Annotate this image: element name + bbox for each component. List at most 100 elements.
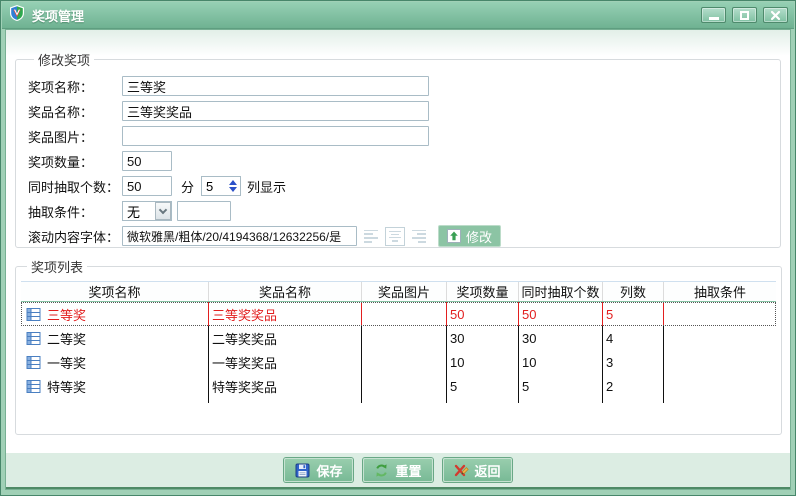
grid-row-icon [26,307,41,322]
cell-award-qty: 5 [446,374,518,398]
table-row[interactable]: 特等奖 特等奖奖品 5 5 2 [21,374,776,398]
award-quantity-label: 奖项数量： [28,152,122,171]
grid-row-icon [26,355,41,370]
scroll-font-label: 滚动内容字体： [28,227,122,246]
award-list-group-title: 奖项列表 [27,257,87,276]
grid-row-icon [26,379,41,394]
award-table-header: 奖项名称 奖品名称 奖品图片 奖项数量 同时抽取个数 列数 抽取条件 [21,281,776,302]
columns-stepper-input[interactable] [202,177,225,195]
header-prize-image[interactable]: 奖品图片 [361,282,446,301]
prize-image-input[interactable] [122,126,429,146]
reset-button-label: 重置 [395,461,421,480]
prize-name-input[interactable] [122,101,429,121]
cell-columns: 2 [602,374,663,398]
cell-prize-name: 一等奖奖品 [208,350,361,374]
cell-condition [663,302,776,326]
award-name-row: 奖项名称： [28,76,780,96]
draw-count-row: 同时抽取个数： 分 列显示 [28,176,780,196]
cell-columns: 3 [602,350,663,374]
draw-condition-extra-input[interactable] [177,201,231,221]
modify-award-group: 修改奖项 奖项名称： 奖品名称： 奖品图片： 奖项数量： [15,50,781,248]
cell-draw-count: 5 [518,374,602,398]
modify-award-group-title: 修改奖项 [34,50,94,69]
header-prize-name[interactable]: 奖品名称 [208,282,361,301]
draw-count-input[interactable] [122,176,172,196]
draw-suffix-label: 列显示 [247,177,286,196]
award-quantity-row: 奖项数量： [28,151,780,171]
table-row[interactable]: 三等奖 三等奖奖品 50 50 5 [21,302,776,326]
cell-prize-image [361,374,446,398]
cell-award-name: 三等奖 [47,305,86,324]
window-controls [695,7,788,23]
maximize-button[interactable] [732,7,757,23]
chevron-down-icon [159,205,167,213]
cell-award-qty: 30 [446,326,518,350]
cell-prize-image [361,302,446,326]
floppy-disk-icon [295,463,310,478]
titlebar: 奖项管理 [2,2,794,29]
window-body: 修改奖项 奖项名称： 奖品名称： 奖品图片： 奖项数量： [5,29,791,490]
cell-draw-count: 30 [518,326,602,350]
modify-font-button[interactable]: 修改 [438,225,501,247]
columns-stepper [201,176,241,196]
client-area: 修改奖项 奖项名称： 奖品名称： 奖品图片： 奖项数量： [6,30,790,453]
back-button-label: 返回 [475,461,501,480]
draw-condition-select[interactable]: 无 [122,201,172,221]
prize-image-label: 奖品图片： [28,127,122,146]
align-right-icon[interactable] [409,227,429,246]
combo-dropdown-button[interactable] [155,202,171,220]
cell-draw-count: 10 [518,350,602,374]
award-quantity-input[interactable] [122,151,172,171]
stepper-up-icon[interactable] [229,180,237,185]
draw-condition-row: 抽取条件： 无 [28,201,780,221]
cancel-edit-icon [454,463,469,478]
align-center-icon[interactable] [385,227,405,246]
grid-row-icon [26,331,41,346]
cell-condition [663,350,776,374]
close-button[interactable] [763,7,788,23]
draw-condition-label: 抽取条件： [28,202,122,221]
award-name-label: 奖项名称： [28,77,122,96]
align-left-icon[interactable] [361,227,381,246]
prize-name-label: 奖品名称： [28,102,122,121]
upload-arrow-icon [447,229,461,243]
cell-columns: 5 [602,302,663,326]
minimize-icon [709,17,719,20]
cell-prize-image [361,350,446,374]
header-condition[interactable]: 抽取条件 [663,282,776,301]
header-award-name[interactable]: 奖项名称 [21,282,208,301]
cell-prize-name: 三等奖奖品 [208,302,361,326]
columns-stepper-arrows [225,177,240,195]
header-award-qty[interactable]: 奖项数量 [446,282,518,301]
app-shield-icon [8,4,26,27]
modify-font-button-label: 修改 [466,227,492,246]
window-title: 奖项管理 [32,6,84,25]
back-button[interactable]: 返回 [443,458,512,482]
maximize-icon [740,11,749,20]
save-button-label: 保存 [316,461,342,480]
draw-count-label: 同时抽取个数： [28,177,122,196]
scroll-font-row: 滚动内容字体： 修改 [28,226,780,246]
stepper-down-icon[interactable] [229,187,237,192]
reset-button[interactable]: 重置 [363,458,432,482]
cell-condition [663,326,776,350]
cell-condition [663,374,776,398]
header-columns[interactable]: 列数 [602,282,663,301]
cell-prize-image [361,326,446,350]
prize-image-row: 奖品图片： [28,126,780,146]
cell-award-qty: 10 [446,350,518,374]
award-management-window: 奖项管理 修改奖项 奖项名称： [0,0,796,496]
header-draw-count[interactable]: 同时抽取个数 [518,282,602,301]
footer-bar: 保存 重置 返回 [6,453,790,489]
minimize-button[interactable] [701,7,726,23]
cell-prize-name: 特等奖奖品 [208,374,361,398]
cell-columns: 4 [602,326,663,350]
table-row[interactable]: 二等奖 二等奖奖品 30 30 4 [21,326,776,350]
table-row[interactable]: 一等奖 一等奖奖品 10 10 3 [21,350,776,374]
save-button[interactable]: 保存 [284,458,353,482]
cell-draw-count: 50 [518,302,602,326]
scroll-font-input[interactable] [122,226,357,246]
award-name-input[interactable] [122,76,429,96]
cell-award-name: 一等奖 [47,353,86,372]
award-table: 奖项名称 奖品名称 奖品图片 奖项数量 同时抽取个数 列数 抽取条件 [21,281,776,403]
